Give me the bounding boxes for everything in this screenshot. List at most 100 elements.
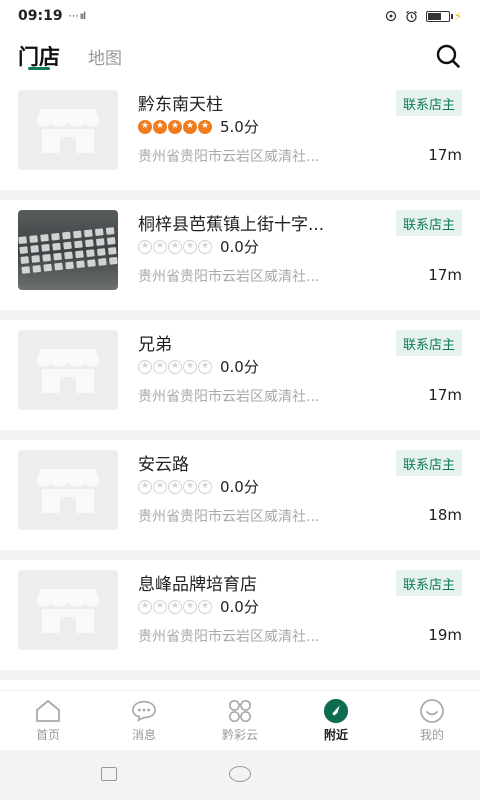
store-card[interactable]: 安云路 ★ ★ ★ ★ ★ 0.0分 贵州省贵阳市云岩区威清社... 联系店主 18m xyxy=(0,440,480,550)
recent-apps-button[interactable] xyxy=(101,767,117,781)
rating-stars: ★ ★ ★ ★ ★ xyxy=(138,599,212,614)
store-distance: 17m xyxy=(428,266,462,284)
compass-icon xyxy=(323,698,349,724)
store-card[interactable]: 息峰品牌培育店 ★ ★ ★ ★ ★ 0.0分 贵州省贵阳市云岩区威清社... 联系店主 19m xyxy=(0,560,480,670)
store-name: 兄弟 xyxy=(138,335,172,355)
store-score: 0.0分 xyxy=(220,478,259,496)
contact-owner-button[interactable]: 联系店主 xyxy=(395,450,462,476)
location-icon xyxy=(386,10,397,22)
store-score: 5.0分 xyxy=(220,118,259,136)
star-icon: ★ xyxy=(198,479,212,494)
top-bar: 门店 地图 xyxy=(0,32,480,80)
star-icon: ★ xyxy=(153,359,167,374)
store-address: 贵州省贵阳市云岩区威清社... xyxy=(138,389,320,405)
tabbar-label: 附近 xyxy=(323,728,348,742)
star-icon: ★ xyxy=(198,599,212,614)
store-distance: 18m xyxy=(428,506,462,524)
store-placeholder-icon xyxy=(18,90,118,170)
store-address: 贵州省贵阳市云岩区威清社... xyxy=(138,269,320,285)
star-icon: ★ xyxy=(168,239,182,254)
star-icon: ★ xyxy=(168,359,182,374)
rating-row: ★ ★ ★ ★ ★ 0.0分 xyxy=(138,356,259,377)
store-score: 0.0分 xyxy=(220,598,259,616)
rating-row: ★ ★ ★ ★ ★ 0.0分 xyxy=(138,476,259,497)
store-name: 桐梓县芭蕉镇上街十字... xyxy=(138,215,325,235)
tabbar-label: 首页 xyxy=(35,728,60,742)
rating-row: ★ ★ ★ ★ ★ 0.0分 xyxy=(138,596,259,617)
store-name: 息峰品牌培育店 xyxy=(138,575,257,595)
rating-row: ★ ★ ★ ★ ★ 5.0分 xyxy=(138,116,259,137)
bottom-tab-bar: 首页 消息 黔彩云 附近 我的 xyxy=(0,690,480,750)
star-icon: ★ xyxy=(198,359,212,374)
tabbar-item-cloud[interactable]: 黔彩云 xyxy=(192,691,288,750)
store-distance: 19m xyxy=(428,626,462,644)
store-score: 0.0分 xyxy=(220,358,259,376)
star-icon: ★ xyxy=(183,239,197,254)
store-card[interactable]: 黔东南天柱 ★ ★ ★ ★ ★ 5.0分 贵州省贵阳市云岩区威清社... 联系店主 17m xyxy=(0,80,480,190)
star-icon: ★ xyxy=(183,479,197,494)
store-distance: 17m xyxy=(428,386,462,404)
rating-stars: ★ ★ ★ ★ ★ xyxy=(138,239,212,254)
rating-stars: ★ ★ ★ ★ ★ xyxy=(138,359,212,374)
status-icons: ⚡ xyxy=(385,10,462,23)
search-button[interactable] xyxy=(434,42,462,70)
contact-owner-button[interactable]: 联系店主 xyxy=(395,90,462,116)
tab-stores[interactable]: 门店 xyxy=(18,32,60,80)
store-name: 黔东南天柱 xyxy=(138,95,223,115)
star-icon: ★ xyxy=(198,119,212,134)
star-icon: ★ xyxy=(138,599,152,614)
tab-map[interactable]: 地图 xyxy=(88,32,122,80)
star-icon: ★ xyxy=(138,479,152,494)
home-button[interactable] xyxy=(229,766,251,782)
status-bar: 09:19 ⋯ ııl ⚡ xyxy=(0,0,480,32)
tabbar-item-messages[interactable]: 消息 xyxy=(96,691,192,750)
star-icon: ★ xyxy=(168,599,182,614)
star-icon: ★ xyxy=(153,599,167,614)
store-distance: 17m xyxy=(428,146,462,164)
signal-icon: ⋯ ııl xyxy=(68,10,86,22)
profile-icon xyxy=(419,698,445,724)
rating-stars: ★ ★ ★ ★ ★ xyxy=(138,479,212,494)
store-card[interactable]: 兄弟 ★ ★ ★ ★ ★ 0.0分 贵州省贵阳市云岩区威清社... 联系店主 17m xyxy=(0,320,480,430)
store-address: 贵州省贵阳市云岩区威清社... xyxy=(138,149,320,165)
tabbar-item-profile[interactable]: 我的 xyxy=(384,691,480,750)
store-card[interactable]: 小云店★★★★★5.0分贵州省贵阳市云岩区威清社...联系店主17m xyxy=(0,680,480,690)
star-icon: ★ xyxy=(168,479,182,494)
store-address: 贵州省贵阳市云岩区威清社... xyxy=(138,509,320,525)
rating-stars: ★ ★ ★ ★ ★ xyxy=(138,119,212,134)
star-icon: ★ xyxy=(153,479,167,494)
store-address: 贵州省贵阳市云岩区威清社... xyxy=(138,629,320,645)
star-icon: ★ xyxy=(138,119,152,134)
tabbar-label: 黔彩云 xyxy=(221,728,258,742)
system-nav-bar xyxy=(0,750,480,800)
rating-row: ★ ★ ★ ★ ★ 0.0分 xyxy=(138,236,259,257)
store-placeholder-icon xyxy=(18,450,118,530)
status-time: 09:19 xyxy=(18,8,63,24)
contact-owner-button[interactable]: 联系店主 xyxy=(395,210,462,236)
star-icon: ★ xyxy=(138,359,152,374)
message-icon xyxy=(131,698,157,724)
star-icon: ★ xyxy=(183,599,197,614)
star-icon: ★ xyxy=(183,119,197,134)
contact-owner-button[interactable]: 联系店主 xyxy=(395,570,462,596)
contact-owner-button[interactable]: 联系店主 xyxy=(395,330,462,356)
star-icon: ★ xyxy=(138,239,152,254)
tabbar-label: 消息 xyxy=(131,728,156,742)
store-placeholder-icon xyxy=(18,330,118,410)
cloud-grid-icon xyxy=(227,698,253,724)
star-icon: ★ xyxy=(183,359,197,374)
star-icon: ★ xyxy=(198,239,212,254)
store-card[interactable]: 桐梓县芭蕉镇上街十字... ★ ★ ★ ★ ★ 0.0分 贵州省贵阳市云岩区威清社... 联系店… xyxy=(0,200,480,310)
star-icon: ★ xyxy=(168,119,182,134)
star-icon: ★ xyxy=(153,239,167,254)
tabbar-label: 我的 xyxy=(419,728,444,742)
tabbar-item-home[interactable]: 首页 xyxy=(0,691,96,750)
battery-icon: ⚡ xyxy=(426,10,462,23)
store-photo xyxy=(18,210,118,290)
tabbar-item-nearby[interactable]: 附近 xyxy=(288,691,384,750)
star-icon: ★ xyxy=(153,119,167,134)
alarm-icon xyxy=(406,10,418,22)
search-icon xyxy=(436,44,460,68)
store-list[interactable]: 黔东南天柱 ★ ★ ★ ★ ★ 5.0分 贵州省贵阳市云岩区威清社... 联系店主 17m 桐梓县芭… xyxy=(0,80,480,690)
store-score: 0.0分 xyxy=(220,238,259,256)
